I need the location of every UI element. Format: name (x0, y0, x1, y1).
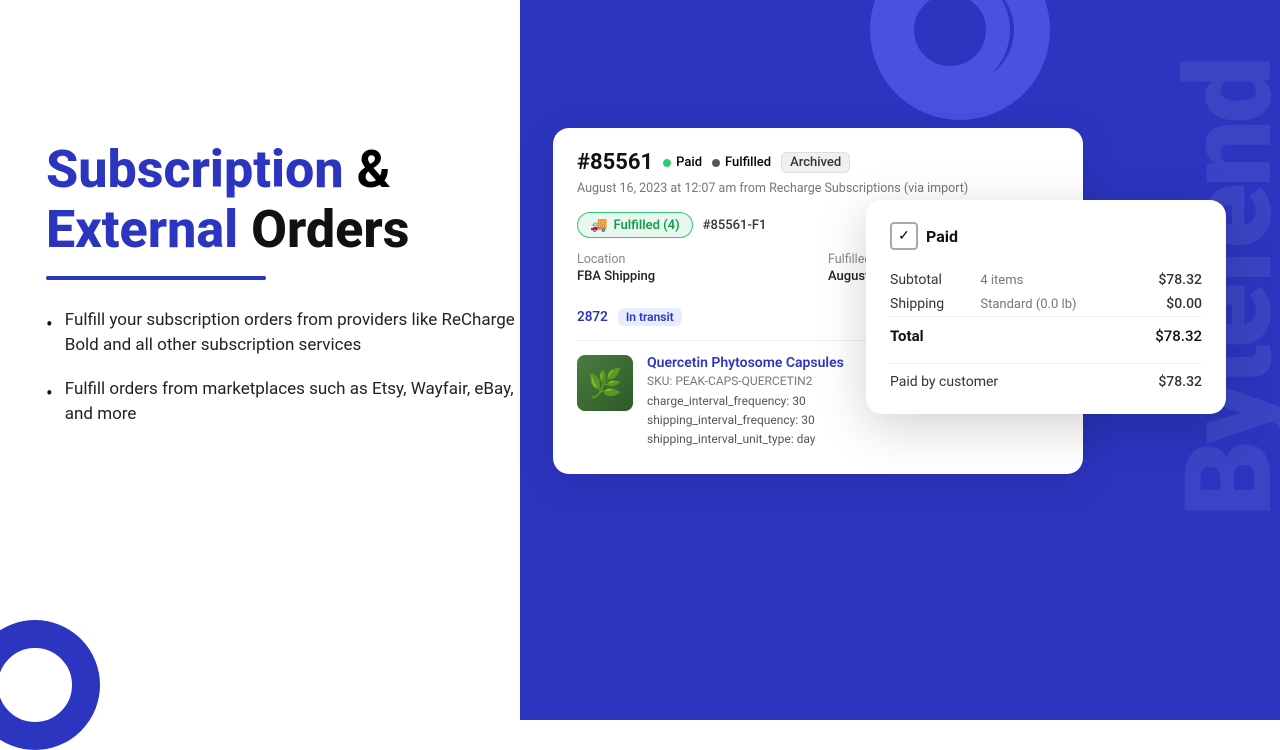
bullet-list: Fulfill your subscription orders from pr… (46, 308, 526, 428)
paid-dot (663, 159, 671, 167)
fulfilled-dot (712, 159, 720, 167)
bullet-item-2: Fulfill orders from marketplaces such as… (46, 377, 526, 428)
location-value: FBA Shipping (577, 269, 808, 284)
paid-by-amount: $78.32 (1158, 374, 1202, 390)
badge-fulfilled: Fulfilled (712, 155, 771, 170)
order-meta: August 16, 2023 at 12:07 am from Recharg… (577, 181, 1059, 196)
badge-archived: Archived (781, 152, 850, 173)
subtotal-row: Subtotal 4 items $78.32 (890, 268, 1202, 292)
fulfilled-label: Fulfilled (725, 155, 771, 170)
badge-paid: Paid (663, 155, 702, 170)
truck-icon: 🚚 (590, 217, 607, 233)
shipping-method: Standard (0.0 lb) (972, 292, 1130, 317)
paid-by-label: Paid by customer (890, 374, 998, 390)
title-external: External (46, 199, 238, 260)
payment-card: ✓ Paid Subtotal 4 items $78.32 Shipping … (866, 200, 1226, 414)
shipping-row: Shipping Standard (0.0 lb) $0.00 (890, 292, 1202, 317)
payment-header: ✓ Paid (890, 222, 1202, 250)
location-block: Location FBA Shipping (577, 252, 808, 284)
bullet-item-1: Fulfill your subscription orders from pr… (46, 308, 526, 359)
fulfillment-id: #85561-F1 (703, 218, 767, 233)
paid-by-row: Paid by customer $78.32 (890, 374, 1202, 390)
paid-icon: ✓ (890, 222, 918, 250)
payment-table: Subtotal 4 items $78.32 Shipping Standar… (890, 268, 1202, 349)
hero-title: Subscription & External Orders (46, 140, 526, 260)
paid-label: Paid (676, 155, 702, 170)
total-label: Total (890, 317, 972, 350)
order-number: #85561 (577, 150, 653, 175)
shipping-interval: shipping_interval_frequency: 30 (647, 411, 926, 430)
subtotal-amount: $78.32 (1131, 268, 1202, 292)
shipping-label: Shipping (890, 292, 972, 317)
fulfilled-count: Fulfilled (4) (613, 218, 679, 233)
subtotal-label: Subtotal (890, 268, 972, 292)
shipping-amount: $0.00 (1131, 292, 1202, 317)
total-amount: $78.32 (1131, 317, 1202, 350)
left-content-area: Subscription & External Orders Fulfill y… (46, 140, 526, 446)
tracking-link[interactable]: 2872 (577, 309, 608, 325)
title-divider (46, 276, 266, 280)
title-amp: & (344, 139, 391, 200)
total-row: Total $78.32 (890, 317, 1202, 350)
subtotal-qty: 4 items (972, 268, 1130, 292)
fulfilled-badge: 🚚 Fulfilled (4) (577, 212, 693, 238)
payment-divider (890, 363, 1202, 364)
title-subscription: Subscription (46, 139, 344, 200)
product-image: 🌿 (577, 355, 633, 411)
location-label: Location (577, 252, 808, 267)
payment-title: Paid (926, 227, 958, 246)
tracking-status: In transit (618, 308, 682, 326)
order-header: #85561 Paid Fulfilled Archived (577, 150, 1059, 175)
title-orders: Orders (238, 199, 409, 260)
total-spacer (972, 317, 1130, 350)
shipping-unit-type: shipping_interval_unit_type: day (647, 430, 926, 449)
